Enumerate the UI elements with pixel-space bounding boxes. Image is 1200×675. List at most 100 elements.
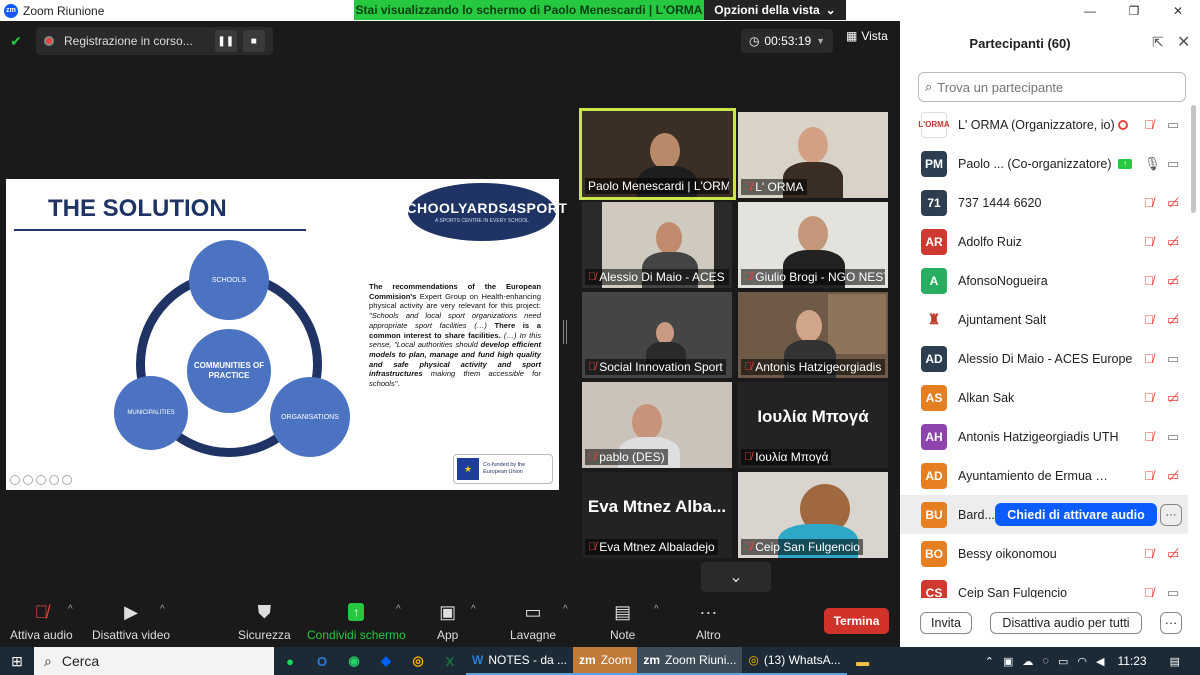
network-icon[interactable]: ◌ [1042, 655, 1049, 667]
encryption-shield-icon[interactable]: ✔ [8, 32, 24, 50]
video-off-icon[interactable]: ▭̸ [1167, 546, 1179, 562]
mic-on-icon[interactable]: 🎙 [1144, 156, 1161, 172]
video-off-icon[interactable]: ▭̸ [1167, 390, 1179, 406]
popout-icon[interactable]: ⇱ [1152, 34, 1164, 51]
file-explorer-icon[interactable]: ▬ [847, 647, 879, 675]
participant-search[interactable]: ⌕ [918, 72, 1186, 102]
video-tile[interactable]: Ιουλία Μπογά 🎙̸ Ιουλία Μπογά [738, 382, 888, 468]
stop-video-button[interactable]: ▶ Disattiva video [92, 600, 170, 643]
whiteboard-options-caret[interactable]: ^ [563, 604, 568, 615]
chevron-up-icon[interactable]: ⌃ [985, 655, 994, 668]
pause-recording-button[interactable]: ❚❚ [214, 30, 237, 52]
taskbar-app-whatsapp[interactable]: ◎ (13) WhatsA... [742, 647, 847, 675]
whiteboards-button[interactable]: ▭ Lavagne [510, 600, 556, 643]
participant-row[interactable]: CS Ceip San Fulgencio 🎙̸ ▭ [900, 573, 1188, 598]
taskbar-app-zoom-meeting[interactable]: zm Zoom Riuni... [637, 647, 743, 675]
participant-row[interactable]: AD Alessio Di Maio - ACES Europe 🎙̸ ▭ [900, 339, 1188, 378]
more-tiles-button[interactable]: ⌄ [701, 562, 771, 592]
participant-row[interactable]: PM Paolo ... (Co-organizzatore) ↑ 🎙 ▭ [900, 144, 1188, 183]
notifications-icon[interactable]: ▤ [1170, 655, 1180, 668]
audio-options-caret[interactable]: ^ [68, 604, 73, 615]
mute-all-button[interactable]: Disattiva audio per tutti [990, 612, 1142, 634]
security-button[interactable]: ⛊ Sicurezza [238, 600, 291, 643]
video-off-icon[interactable]: ▭̸ [1167, 273, 1179, 289]
participant-row[interactable]: AD Ayuntamiento de Ermua | Ermu... 🎙̸ ▭̸ [900, 456, 1188, 495]
volume-icon[interactable]: ◀ [1096, 655, 1104, 668]
participant-row[interactable]: BU Bard... Chiedi di attivare audio ··· [900, 495, 1188, 534]
slide-tool-icon[interactable] [10, 475, 20, 485]
video-tile[interactable]: 🎙̸ Giulio Brogi - NGO NEST [738, 202, 888, 288]
participant-row[interactable]: BO Bessy oikonomou 🎙̸ ▭̸ [900, 534, 1188, 573]
mic-off-icon[interactable]: 🎙̸ [1144, 312, 1154, 327]
whatsapp-icon[interactable]: ◉ [338, 647, 370, 675]
restore-icon[interactable]: ❐ [1112, 2, 1156, 20]
apps-button[interactable]: ▣ App [437, 600, 458, 643]
video-tile[interactable]: 🎙̸Antonis Hatzigeorgiadis UTH [738, 292, 888, 378]
video-off-icon[interactable]: ▭̸ [1167, 195, 1179, 211]
participant-row[interactable]: AH Antonis Hatzigeorgiadis UTH 🎙̸ ▭ [900, 417, 1188, 456]
windows-start-icon[interactable]: ⊞ [0, 647, 34, 675]
taskbar-app-word[interactable]: W NOTES - da ... [466, 647, 574, 675]
mic-off-icon[interactable]: 🎙̸ [1144, 585, 1154, 598]
scrollbar-thumb[interactable] [1191, 105, 1196, 213]
participant-row[interactable]: A AfonsoNogueira 🎙̸ ▭̸ [900, 261, 1188, 300]
participant-row[interactable]: L'ORMA L' ORMA (Organizzatore, io) 🎙̸ ▭ [900, 105, 1188, 144]
share-options-caret[interactable]: ^ [396, 604, 401, 615]
participant-row[interactable]: ♜ Ajuntament Salt 🎙̸ ▭̸ [900, 300, 1188, 339]
participant-row[interactable]: AR Adolfo Ruiz 🎙̸ ▭̸ [900, 222, 1188, 261]
video-camera-icon[interactable]: ▭ [1167, 117, 1179, 133]
video-tile[interactable]: 🎙̸ Social Innovation Sport [582, 292, 732, 378]
slide-tool-icon[interactable] [23, 475, 33, 485]
video-options-caret[interactable]: ^ [160, 604, 165, 615]
video-camera-icon[interactable]: ▭ [1167, 351, 1179, 367]
clock-time[interactable]: 11:23 [1117, 654, 1146, 668]
wifi-icon[interactable]: ◠ [1077, 655, 1087, 668]
chrome-icon[interactable]: ◎ [402, 647, 434, 675]
slide-tool-icon[interactable] [62, 475, 72, 485]
mic-off-icon[interactable]: 🎙̸ [1144, 195, 1154, 210]
mic-off-icon[interactable]: 🎙̸ [1144, 351, 1154, 366]
invite-button[interactable]: Invita [920, 612, 972, 634]
close-icon[interactable]: ✕ [1156, 2, 1200, 20]
onedrive-icon[interactable]: ☁ [1022, 655, 1033, 668]
video-tile[interactable]: 🎙̸ L' ORMA [738, 112, 888, 198]
unmute-button[interactable]: 🎙̸ Attiva audio [10, 600, 73, 643]
participant-row[interactable]: AS Alkan Sak 🎙̸ ▭̸ [900, 378, 1188, 417]
view-options-button[interactable]: Opzioni della vista ⌄ [704, 0, 846, 20]
minimize-icon[interactable]: — [1068, 2, 1112, 20]
taskbar-search[interactable]: ⌕ Cerca [34, 647, 274, 675]
stop-recording-button[interactable]: ■ [242, 30, 265, 52]
notes-button[interactable]: ▤ Note [610, 600, 635, 643]
end-meeting-button[interactable]: Termina [824, 608, 889, 634]
ask-to-unmute-button[interactable]: Chiedi di attivare audio [995, 503, 1157, 526]
video-camera-icon[interactable]: ▭ [1167, 429, 1179, 445]
spotify-icon[interactable]: ● [274, 647, 306, 675]
more-button[interactable]: ··· Altro [696, 600, 721, 643]
video-tile[interactable]: Eva Mtnez Alba... 🎙̸ Eva Mtnez Albaladejo [582, 472, 732, 558]
meeting-timer[interactable]: ◷ 00:53:19 ▼ [741, 29, 833, 53]
video-off-icon[interactable]: ▭̸ [1167, 468, 1179, 484]
video-tile[interactable]: 🎙̸Alessio Di Maio - ACES Europe [582, 202, 732, 288]
video-tile[interactable]: Paolo Menescardi | L'ORMA [579, 108, 736, 200]
mic-off-icon[interactable]: 🎙̸ [1144, 390, 1154, 405]
participant-row[interactable]: 71 737 1444 6620 🎙̸ ▭̸ [900, 183, 1188, 222]
apps-options-caret[interactable]: ^ [471, 604, 476, 615]
participant-more-button[interactable]: ··· [1160, 503, 1182, 526]
video-off-icon[interactable]: ▭̸ [1167, 312, 1179, 328]
dropbox-icon[interactable]: ◆ [370, 647, 402, 675]
video-tile[interactable]: 🎙̸ Ceip San Fulgencio [738, 472, 888, 558]
video-off-icon[interactable]: ▭̸ [1167, 234, 1179, 250]
slide-tool-icon[interactable] [36, 475, 46, 485]
view-button[interactable]: ▦ Vista [846, 29, 888, 43]
video-camera-icon[interactable]: ▭ [1167, 585, 1179, 599]
mic-off-icon[interactable]: 🎙̸ [1144, 468, 1154, 483]
mic-off-icon[interactable]: 🎙̸ [1144, 429, 1154, 444]
slide-tool-icon[interactable] [49, 475, 59, 485]
outlook-icon[interactable]: O [306, 647, 338, 675]
mic-off-icon[interactable]: 🎙̸ [1144, 273, 1154, 288]
tray-app-icon[interactable]: ▣ [1003, 655, 1013, 668]
notes-options-caret[interactable]: ^ [654, 604, 659, 615]
excel-icon[interactable]: X [434, 647, 466, 675]
taskbar-app-zoom[interactable]: zm Zoom [573, 647, 638, 675]
close-panel-icon[interactable]: ✕ [1177, 32, 1190, 52]
